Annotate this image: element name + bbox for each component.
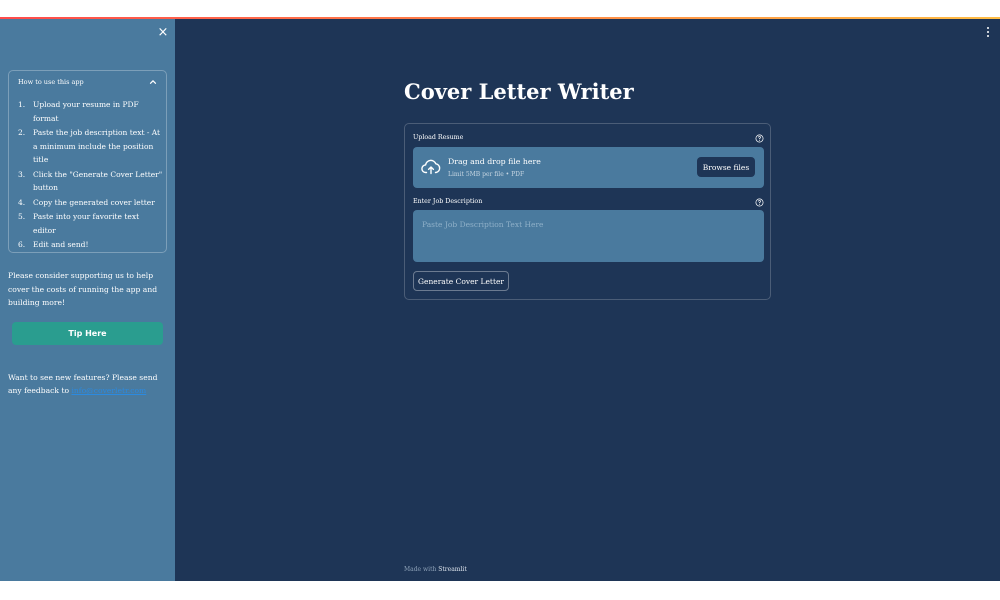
file-dropzone[interactable]: Drag and drop file here Limit 5MB per fi… [413,147,764,188]
cloud-upload-icon [421,159,441,175]
step-item: 2. Paste the job description text - At a … [18,128,161,164]
expander-title: How to use this app [18,78,84,86]
steps-list: 1. Upload your resume in PDF format 2. Pas… [18,98,164,253]
feedback-email-link[interactable]: info@coverletr.com [71,386,146,395]
sidebar: × How to use this app 1. Upload your resu… [0,19,175,581]
tip-button[interactable]: Tip Here [12,322,163,345]
page-title: Cover Letter Writer [404,79,634,104]
footer-prefix: Made with [404,566,437,573]
sidebar-close-button[interactable]: × [155,25,171,41]
upload-resume-label: Upload Resume [413,134,464,141]
step-item: 1. Upload your resume in PDF format [18,100,139,123]
main-menu-button[interactable] [983,25,993,39]
cover-letter-form: Upload Resume Drag and drop file here Li… [404,123,771,300]
streamlit-link[interactable]: Streamlit [438,566,466,573]
footer: Made with Streamlit [404,566,467,573]
menu-dot [987,31,989,33]
step-item: 6. Edit and send! [18,240,89,249]
job-description-textarea[interactable] [413,210,764,262]
job-description-label: Enter Job Description [413,198,483,205]
app-window: × How to use this app 1. Upload your resu… [0,19,1000,581]
generate-cover-letter-button[interactable]: Generate Cover Letter [413,271,509,291]
step-item: 3. Click the "Generate Cover Letter" butt… [18,169,163,193]
dropzone-limit: Limit 5MB per file • PDF [448,171,525,178]
browser-top-strip [0,0,1000,19]
step-item: 5. Paste into your favorite text editor [18,212,140,235]
chevron-up-icon [149,80,157,84]
browse-files-button[interactable]: Browse files [697,157,755,177]
support-text: Please consider supporting us to help co… [8,271,158,307]
how-to-expander: How to use this app 1. Upload your resume… [8,70,167,253]
step-item: 4. Copy the generated cover letter [18,197,155,207]
menu-dot [987,27,989,29]
feature-request-text: Want to see new features? Please send an… [8,371,173,397]
help-icon[interactable] [755,198,764,207]
menu-dot [987,35,989,37]
dropzone-instruction: Drag and drop file here [448,157,541,166]
browser-bottom-strip [0,581,1000,600]
help-icon[interactable] [755,134,764,143]
expander-header[interactable]: How to use this app [9,71,166,95]
